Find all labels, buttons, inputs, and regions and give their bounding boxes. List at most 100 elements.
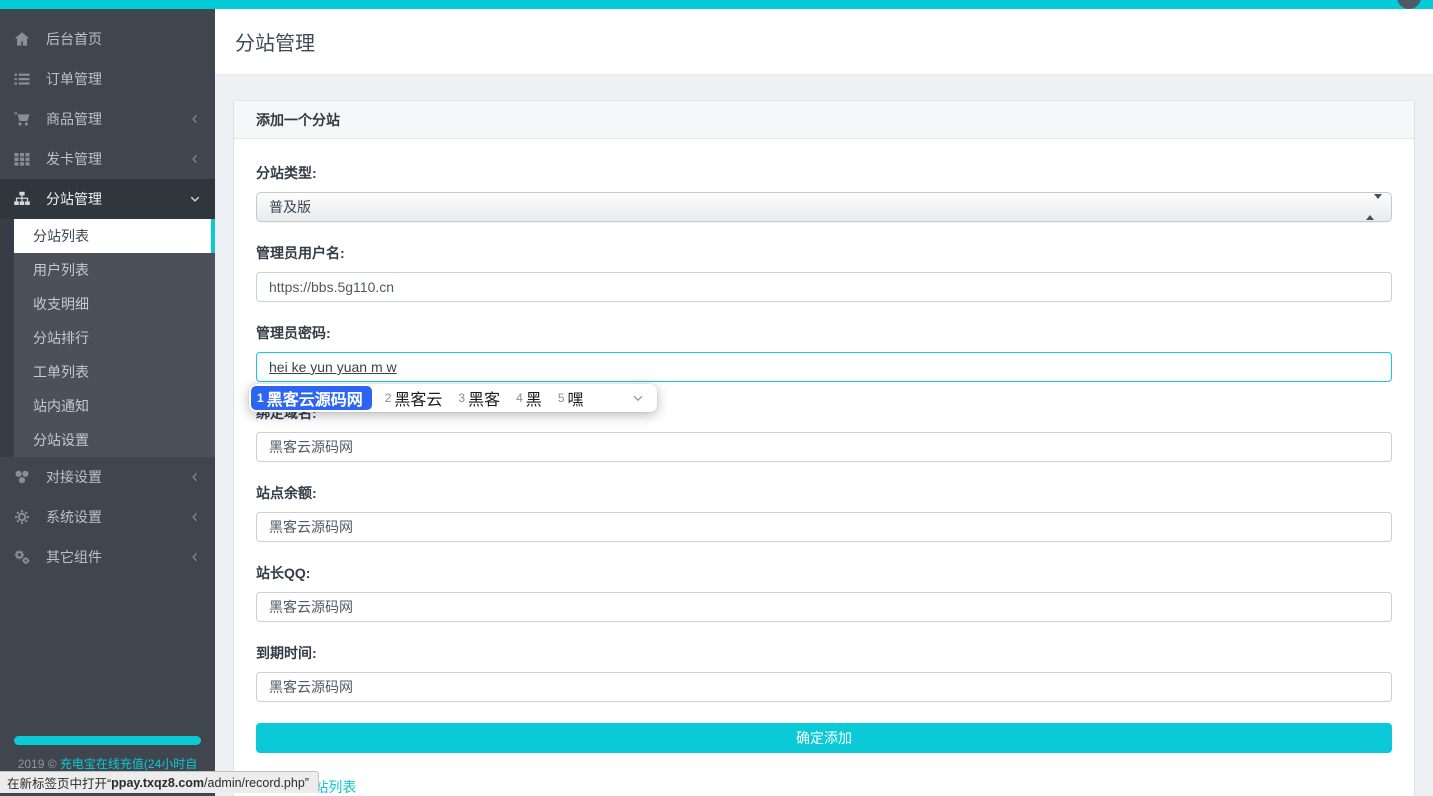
card-header: 添加一个分站 [234, 101, 1414, 139]
chevron-left-icon [189, 511, 201, 523]
submenu-item-settings[interactable]: 分站设置 [14, 423, 215, 457]
status-domain: ppay.txqz8.com [111, 776, 204, 790]
site-type-select[interactable]: 普及版 [256, 192, 1392, 222]
sidebar-item-label: 对接设置 [46, 467, 102, 487]
submenu-item-notices[interactable]: 站内通知 [14, 389, 215, 423]
submenu-item-label: 收支明细 [33, 294, 89, 314]
sidebar-item-label: 发卡管理 [46, 149, 102, 169]
submenu-item-income-expense[interactable]: 收支明细 [14, 287, 215, 321]
submenu-item-label: 分站排行 [33, 328, 89, 348]
user-avatar[interactable] [1397, 0, 1421, 9]
confirm-add-button[interactable]: 确定添加 [256, 723, 1392, 753]
submenu-item-tickets[interactable]: 工单列表 [14, 355, 215, 389]
sidebar-item-substations[interactable]: 分站管理 [0, 179, 215, 219]
sidebar-item-orders[interactable]: 订单管理 [0, 59, 215, 99]
sidebar-item-label: 系统设置 [46, 507, 102, 527]
list-icon [14, 71, 30, 87]
chevron-left-icon [189, 113, 201, 125]
gears-icon [14, 549, 30, 565]
submenu-item-label: 用户列表 [33, 260, 89, 280]
admin-username-input[interactable] [256, 272, 1392, 302]
home-icon [14, 31, 30, 47]
chevron-down-icon [189, 193, 201, 205]
expire-time-label: 到期时间: [256, 643, 1392, 663]
site-balance-input[interactable] [256, 512, 1392, 542]
ime-candidate-text: 黑客 [468, 386, 500, 410]
admin-password-label: 管理员密码: [256, 323, 1392, 343]
expire-time-input[interactable] [256, 672, 1392, 702]
main-area: 分站管理 添加一个分站 分站类型: 普及版 [215, 0, 1433, 796]
ime-candidate-3[interactable]: 3 黑客 [458, 386, 500, 410]
add-substation-card: 添加一个分站 分站类型: 普及版 管理员用户名: [233, 100, 1415, 796]
status-prefix: 在新标签页中打开“ [7, 773, 111, 792]
sidebar-item-products[interactable]: 商品管理 [0, 99, 215, 139]
bind-domain-input[interactable] [256, 432, 1392, 462]
copyright-text: 2019 © [18, 757, 57, 771]
chevron-left-icon [189, 471, 201, 483]
status-path: /admin/record.php [204, 776, 305, 790]
card-title: 添加一个分站 [256, 110, 340, 130]
top-navbar [0, 0, 1433, 9]
field-admin-password: 管理员密码: hei ke yun yuan m w 1 黑客云源码网 2 [256, 323, 1392, 382]
sidebar-item-integration[interactable]: 对接设置 [0, 457, 215, 497]
admin-app: 后台首页 订单管理 商品管理 [0, 0, 1433, 796]
substations-submenu: 分站列表 用户列表 收支明细 分站排行 工单列表 站内通知 分站 [0, 219, 215, 457]
sidebar-item-label: 商品管理 [46, 109, 102, 129]
card-body: 分站类型: 普及版 管理员用户名: 管理员密码: [234, 139, 1414, 796]
browser-status-tooltip: 在新标签页中打开“ppay.txqz8.com/admin/record.php… [0, 771, 319, 793]
submenu-item-label: 工单列表 [33, 362, 89, 382]
ime-candidate-2[interactable]: 2 黑客云 [385, 386, 443, 410]
field-admin-username: 管理员用户名: [256, 243, 1392, 302]
webmaster-qq-input[interactable] [256, 592, 1392, 622]
admin-password-input[interactable]: hei ke yun yuan m w [256, 352, 1392, 382]
sidebar-item-home[interactable]: 后台首页 [0, 19, 215, 59]
ime-candidate-index: 5 [558, 391, 565, 405]
submenu-item-substation-list[interactable]: 分站列表 [14, 219, 215, 253]
field-expire-time: 到期时间: [256, 643, 1392, 702]
sidebar-item-label: 其它组件 [46, 547, 102, 567]
ime-candidate-5[interactable]: 5 嘿 [558, 386, 584, 410]
field-site-type: 分站类型: 普及版 [256, 163, 1392, 222]
ime-expand-chevron-icon[interactable] [631, 391, 645, 405]
field-site-balance: 站点余额: [256, 483, 1392, 542]
page-header: 分站管理 [215, 9, 1433, 75]
admin-username-label: 管理员用户名: [256, 243, 1392, 263]
submenu-item-label: 分站列表 [33, 226, 89, 246]
sidebar-nav: 后台首页 订单管理 商品管理 [0, 9, 215, 577]
site-type-label: 分站类型: [256, 163, 1392, 183]
grid-icon [14, 151, 30, 167]
site-balance-label: 站点余额: [256, 483, 1392, 503]
sidebar-item-label: 分站管理 [46, 189, 102, 209]
nodes-icon [14, 469, 30, 485]
ime-candidate-index: 3 [458, 391, 465, 405]
submenu-item-label: 站内通知 [33, 396, 89, 416]
ime-candidate-window: 1 黑客云源码网 2 黑客云 3 黑客 [249, 384, 657, 412]
sidebar-item-label: 订单管理 [46, 69, 102, 89]
sidebar-item-other-components[interactable]: 其它组件 [0, 537, 215, 577]
site-type-selected-value: 普及版 [269, 197, 311, 217]
sidebar: 后台首页 订单管理 商品管理 [0, 9, 215, 796]
submenu-item-label: 分站设置 [33, 430, 89, 450]
field-webmaster-qq: 站长QQ: [256, 563, 1392, 622]
ime-candidate-text: 黑 [526, 386, 542, 410]
ime-composition-text: hei ke yun yuan m w [269, 359, 397, 375]
ime-candidate-text: 黑客云 [394, 386, 442, 410]
ime-candidate-4[interactable]: 4 黑 [516, 386, 542, 410]
select-stepper-icon [1366, 199, 1382, 215]
ime-candidate-index: 4 [516, 391, 523, 405]
submenu-item-ranking[interactable]: 分站排行 [14, 321, 215, 355]
sidebar-item-system-settings[interactable]: 系统设置 [0, 497, 215, 537]
gear-icon [14, 509, 30, 525]
status-suffix: ” [305, 776, 309, 790]
sidebar-item-cards[interactable]: 发卡管理 [0, 139, 215, 179]
sidebar-item-label: 后台首页 [46, 29, 102, 49]
page-title: 分站管理 [235, 27, 315, 56]
ime-candidate-index: 1 [257, 391, 264, 405]
ime-candidate-1[interactable]: 1 黑客云源码网 [251, 386, 372, 410]
chevron-left-icon [189, 153, 201, 165]
footer-link[interactable]: 充电宝在线充值(24小时自 [60, 757, 197, 771]
submenu-item-user-list[interactable]: 用户列表 [14, 253, 215, 287]
ime-candidate-text: 黑客云源码网 [267, 386, 363, 410]
content-area: 添加一个分站 分站类型: 普及版 管理员用户名: [215, 75, 1433, 796]
sidebar-progress-pill [14, 736, 201, 745]
